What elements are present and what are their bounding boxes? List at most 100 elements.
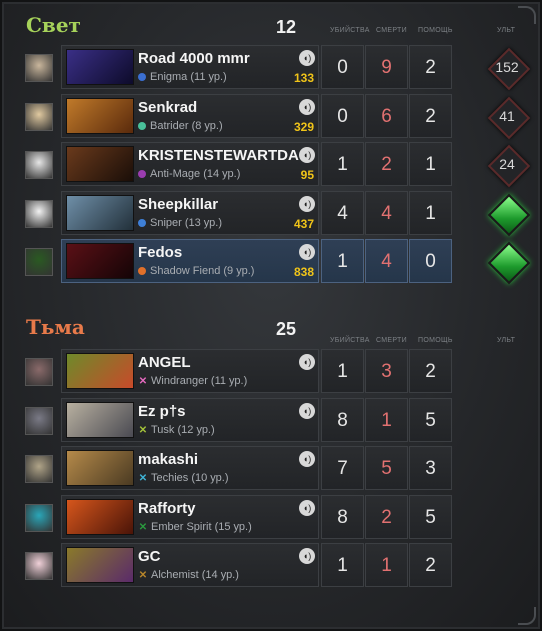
- player-name: Senkrad: [138, 98, 198, 116]
- hero-portrait: [66, 547, 134, 583]
- player-avatar[interactable]: [25, 358, 53, 386]
- dire-team-score: 25: [276, 319, 297, 339]
- player-row[interactable]: Rafforty ✕ Ember Spirit (15 ур.) ◖) 8 2 5: [0, 494, 542, 541]
- player-name: Road 4000 mmr: [138, 50, 250, 67]
- player-name: Sheepkillar: [138, 195, 219, 213]
- kills-cell: 0: [321, 45, 364, 89]
- assists-cell: 2: [409, 543, 452, 587]
- player-card[interactable]: Rafforty ✕ Ember Spirit (15 ур.) ◖): [61, 494, 319, 539]
- hero-info: ✕ Windranger (11 ур.): [138, 375, 247, 387]
- ultimate-cooldown: 152: [495, 59, 519, 75]
- player-card[interactable]: Senkrad Batrider (8 ур.) ◖) 329: [61, 93, 319, 138]
- player-gold: 437: [293, 216, 314, 231]
- hero-color-dot: [138, 121, 146, 130]
- ultimate-status: 41: [487, 96, 531, 139]
- voice-mute-icon[interactable]: ◖): [299, 195, 315, 212]
- player-avatar[interactable]: [25, 54, 53, 82]
- player-card[interactable]: ANGEL ✕ Windranger (11 ур.) ◖): [61, 349, 319, 393]
- scoreboard: Свет 12 Убийства Смерти Помощь Ульт Road…: [0, 0, 542, 631]
- assists-cell: 0: [409, 239, 452, 283]
- assists-column-header: Помощь: [418, 337, 453, 344]
- kills-column-header: Убийства: [330, 27, 370, 34]
- assists-cell: 1: [409, 190, 452, 235]
- voice-mute-icon[interactable]: ◖): [299, 147, 315, 163]
- player-row[interactable]: Sheepkillar Sniper (13 ур.) ◖) 437 4 4 1: [0, 190, 542, 237]
- player-card[interactable]: Sheepkillar Sniper (13 ур.) ◖) 437: [61, 190, 319, 235]
- player-row[interactable]: Road 4000 mmr Enigma (11 ур.) ◖) 133 0 9…: [0, 45, 542, 91]
- deaths-cell: 6: [365, 93, 408, 138]
- ultimate-status: 152: [487, 47, 531, 91]
- player-card[interactable]: KRISTENSTEWARTDA Anti-Mage (14 ур.) ◖) 9…: [61, 142, 319, 186]
- ult-column-header: Ульт: [497, 337, 516, 344]
- player-avatar[interactable]: [25, 503, 53, 532]
- ult-column-header: Ульт: [497, 27, 516, 34]
- hero-color-dot: [138, 73, 146, 81]
- kills-cell: 1: [321, 239, 364, 283]
- player-row[interactable]: ANGEL ✕ Windranger (11 ур.) ◖) 1 3 2: [0, 349, 542, 395]
- hero-color-mark-icon: ✕: [138, 570, 148, 581]
- hero-color-dot: [138, 267, 146, 275]
- deaths-column-header: Смерти: [376, 27, 407, 34]
- hero-name-level: Sniper (13 ур.): [150, 216, 223, 229]
- player-avatar[interactable]: [25, 199, 53, 228]
- deaths-cell: 1: [365, 397, 408, 442]
- player-avatar[interactable]: [25, 552, 53, 580]
- hero-portrait: [66, 97, 134, 134]
- voice-mute-icon[interactable]: ◖): [299, 98, 315, 115]
- voice-mute-icon[interactable]: ◖): [299, 244, 315, 260]
- player-card[interactable]: Road 4000 mmr Enigma (11 ур.) ◖) 133: [61, 45, 319, 89]
- player-name: KRISTENSTEWARTDA: [138, 147, 299, 164]
- hero-name-level: Enigma (11 ур.): [150, 71, 227, 83]
- frame-corner-ornament: [518, 607, 536, 625]
- deaths-cell: 5: [365, 446, 408, 490]
- hero-info: Shadow Fiend (9 ур.): [138, 265, 254, 277]
- player-avatar[interactable]: [25, 406, 53, 435]
- player-avatar[interactable]: [25, 102, 53, 131]
- player-name: GC: [138, 548, 161, 565]
- assists-cell: 2: [409, 349, 452, 393]
- player-avatar[interactable]: [25, 455, 53, 483]
- hero-color-mark-icon: ✕: [138, 424, 148, 436]
- voice-mute-icon[interactable]: ◖): [299, 499, 315, 516]
- kills-cell: 1: [321, 142, 364, 186]
- hero-info: Batrider (8 ур.): [138, 120, 223, 132]
- hero-portrait: [66, 194, 134, 231]
- assists-cell: 1: [409, 142, 452, 186]
- player-avatar[interactable]: [25, 248, 53, 276]
- deaths-cell: 3: [365, 349, 408, 393]
- hero-info: Enigma (11 ур.): [138, 71, 227, 83]
- assists-column-header: Помощь: [418, 27, 453, 34]
- player-card[interactable]: makashi ✕ Techies (10 ур.) ◖): [61, 446, 319, 490]
- hero-portrait: [66, 498, 134, 535]
- hero-name-level: Tusk (12 ур.): [151, 423, 215, 436]
- kills-cell: 8: [321, 397, 364, 442]
- player-card[interactable]: Ez p†s ✕ Tusk (12 ур.) ◖): [61, 397, 319, 442]
- player-row[interactable]: GC ✕ Alchemist (14 ур.) ◖) 1 1 2: [0, 543, 542, 589]
- voice-mute-icon[interactable]: ◖): [299, 402, 315, 419]
- voice-mute-icon[interactable]: ◖): [299, 354, 315, 370]
- player-card[interactable]: GC ✕ Alchemist (14 ур.) ◖): [61, 543, 319, 587]
- hero-info: ✕ Tusk (12 ур.): [138, 424, 215, 436]
- deaths-cell: 2: [365, 494, 408, 539]
- player-row[interactable]: KRISTENSTEWARTDA Anti-Mage (14 ур.) ◖) 9…: [0, 142, 542, 188]
- voice-mute-icon[interactable]: ◖): [299, 548, 315, 564]
- kills-cell: 0: [321, 93, 364, 138]
- player-row[interactable]: Ez p†s ✕ Tusk (12 ур.) ◖) 8 1 5: [0, 397, 542, 444]
- assists-cell: 5: [409, 397, 452, 442]
- hero-name-level: Shadow Fiend (9 ур.): [150, 265, 255, 277]
- player-row[interactable]: Senkrad Batrider (8 ур.) ◖) 329 0 6 2 41: [0, 93, 542, 140]
- assists-cell: 5: [409, 494, 452, 539]
- ultimate-status: [487, 241, 531, 285]
- player-gold: 838: [293, 265, 314, 279]
- player-row[interactable]: Fedos Shadow Fiend (9 ур.) ◖) 838 1 4 0: [0, 239, 542, 285]
- kills-cell: 4: [321, 190, 364, 235]
- voice-mute-icon[interactable]: ◖): [299, 451, 315, 467]
- hero-portrait: [66, 353, 134, 389]
- player-avatar[interactable]: [25, 151, 53, 179]
- player-row[interactable]: makashi ✕ Techies (10 ур.) ◖) 7 5 3: [0, 446, 542, 492]
- player-card[interactable]: Fedos Shadow Fiend (9 ур.) ◖) 838: [61, 239, 319, 283]
- voice-mute-icon[interactable]: ◖): [299, 50, 315, 66]
- hero-name-level: Alchemist (14 ур.): [151, 569, 239, 581]
- radiant-team-name: Свет: [26, 13, 81, 37]
- player-gold: 329: [293, 119, 314, 134]
